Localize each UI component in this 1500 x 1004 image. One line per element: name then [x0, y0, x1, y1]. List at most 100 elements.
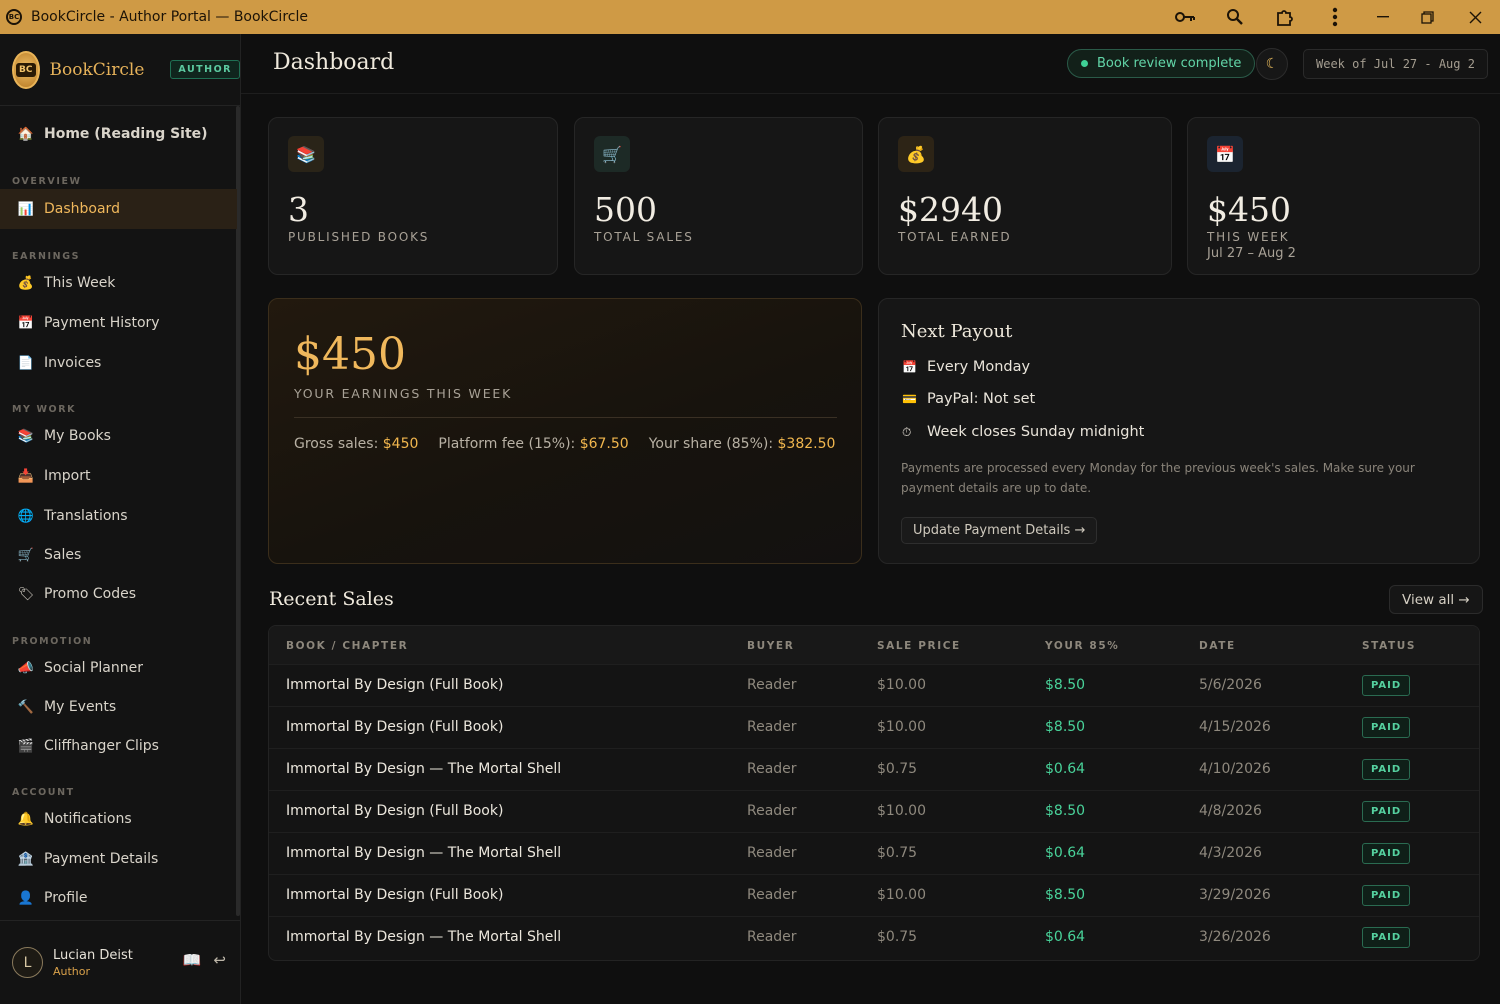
table-row[interactable]: Immortal By Design (Full Book) Reader $1… [269, 790, 1479, 832]
house-icon: 🏠 [17, 126, 35, 142]
sidebar-item-my-events[interactable]: 🔨 My Events [0, 687, 237, 727]
view-all-button[interactable]: View all → [1389, 585, 1483, 614]
recent-sales-title: Recent Sales [269, 588, 394, 610]
document-icon: 📄 [17, 355, 35, 371]
cell-price: $10.00 [877, 887, 926, 903]
week-range-selector[interactable]: Week of Jul 27 - Aug 2 [1303, 49, 1488, 79]
globe-icon: 🌐 [17, 508, 35, 524]
sidebar: BC BookCircle AUTHOR 🏠 Home (Reading Sit… [0, 34, 241, 1004]
sidebar-item-home[interactable]: 🏠 Home (Reading Site) [0, 114, 237, 154]
brand[interactable]: BC BookCircle AUTHOR [0, 34, 240, 106]
cell-share: $8.50 [1045, 803, 1086, 819]
cell-price: $0.75 [877, 845, 918, 861]
recent-sales-table: BOOK / CHAPTER BUYER SALE PRICE YOUR 85%… [268, 625, 1480, 961]
cell-book: Immortal By Design (Full Book) [286, 803, 504, 819]
author-badge: AUTHOR [170, 60, 240, 79]
sidebar-item-my-books[interactable]: 📚 My Books [0, 416, 237, 456]
cell-date: 4/10/2026 [1199, 761, 1271, 777]
column-header[interactable]: YOUR 85% [1045, 640, 1119, 652]
sidebar-item-payment-details[interactable]: 🏦 Payment Details [0, 839, 237, 879]
app-icon: BC [6, 9, 22, 25]
main-content: Dashboard Book review complete ☾ Week of… [241, 34, 1500, 1004]
column-header[interactable]: BOOK / CHAPTER [286, 640, 408, 652]
stat-card-this-week: 📅 $450 THIS WEEK Jul 27 – Aug 2 [1187, 117, 1480, 275]
status-badge[interactable]: Book review complete [1067, 49, 1256, 78]
nav-section-promotion: PROMOTION [12, 636, 93, 647]
status-badge: PAID [1362, 717, 1411, 738]
cell-buyer: Reader [747, 719, 797, 735]
platform-fee-value: $67.50 [579, 436, 629, 452]
extensions-icon[interactable] [1260, 0, 1310, 34]
payout-title: Next Payout [901, 321, 1013, 342]
minimize-icon[interactable] [1360, 0, 1405, 34]
page-title: Dashboard [273, 50, 395, 75]
cell-buyer: Reader [747, 845, 797, 861]
user-profile: L Lucian Deist Author 📖 ↩ [0, 920, 240, 1004]
avatar[interactable]: L [12, 947, 43, 978]
gross-sales-value: $450 [382, 436, 419, 452]
key-icon[interactable] [1160, 0, 1210, 34]
weekly-earnings-card: $450 YOUR EARNINGS THIS WEEK Gross sales… [268, 298, 862, 564]
cell-date: 4/15/2026 [1199, 719, 1271, 735]
brand-name: BookCircle [49, 59, 145, 80]
sidebar-item-notifications[interactable]: 🔔 Notifications [0, 799, 237, 839]
cell-date: 3/26/2026 [1199, 929, 1271, 945]
column-header[interactable]: DATE [1199, 640, 1236, 652]
calendar-icon: 📅 [17, 315, 35, 331]
megaphone-icon: 📣 [17, 660, 35, 676]
sidebar-item-payment-history[interactable]: 📅 Payment History [0, 303, 237, 343]
cell-price: $10.00 [877, 803, 926, 819]
sidebar-item-dashboard[interactable]: 📊 Dashboard [0, 189, 237, 229]
table-row[interactable]: Immortal By Design — The Mortal Shell Re… [269, 832, 1479, 874]
nav-section-my-work: MY WORK [12, 404, 77, 415]
open-book-icon[interactable]: 📖 [183, 951, 202, 969]
column-header[interactable]: SALE PRICE [877, 640, 961, 652]
sidebar-item-cliffhanger-clips[interactable]: 🎬 Cliffhanger Clips [0, 726, 237, 766]
cell-book: Immortal By Design (Full Book) [286, 887, 504, 903]
cell-share: $0.64 [1045, 761, 1086, 777]
table-row[interactable]: Immortal By Design (Full Book) Reader $1… [269, 664, 1479, 706]
table-row[interactable]: Immortal By Design — The Mortal Shell Re… [269, 748, 1479, 790]
nav-section-overview: OVERVIEW [12, 176, 82, 187]
user-icon: 👤 [17, 890, 35, 906]
logout-icon[interactable]: ↩ [213, 951, 226, 969]
stat-label: PUBLISHED BOOKS [288, 230, 430, 244]
table-row[interactable]: Immortal By Design (Full Book) Reader $1… [269, 706, 1479, 748]
earnings-value: $450 [294, 329, 406, 380]
sidebar-item-profile[interactable]: 👤 Profile [0, 878, 237, 918]
sidebar-item-this-week[interactable]: 💰 This Week [0, 263, 237, 303]
cell-buyer: Reader [747, 761, 797, 777]
status-badge: PAID [1362, 675, 1411, 696]
chart-icon: 📊 [17, 201, 35, 217]
column-header[interactable]: BUYER [747, 640, 794, 652]
divider [294, 417, 837, 418]
cell-share: $0.64 [1045, 929, 1086, 945]
sidebar-item-promo-codes[interactable]: 🏷 Promo Codes [0, 574, 237, 614]
close-icon[interactable] [1450, 0, 1500, 34]
sidebar-item-translations[interactable]: 🌐 Translations [0, 496, 237, 536]
sidebar-item-import[interactable]: 📥 Import [0, 456, 237, 496]
sidebar-item-social-planner[interactable]: 📣 Social Planner [0, 648, 237, 688]
sidebar-item-invoices[interactable]: 📄 Invoices [0, 343, 237, 383]
stat-label: THIS WEEK [1207, 230, 1290, 244]
restore-icon[interactable] [1405, 0, 1450, 34]
earnings-label: YOUR EARNINGS THIS WEEK [294, 386, 513, 401]
stat-label: TOTAL SALES [594, 230, 694, 244]
cell-buyer: Reader [747, 803, 797, 819]
table-row[interactable]: Immortal By Design (Full Book) Reader $1… [269, 874, 1479, 916]
update-payment-details-button[interactable]: Update Payment Details → [901, 517, 1098, 544]
payout-week-closes: ⏱ Week closes Sunday midnight [902, 424, 1145, 440]
theme-toggle-moon-icon[interactable]: ☾ [1256, 48, 1288, 80]
column-header[interactable]: STATUS [1362, 640, 1416, 652]
more-menu-icon[interactable] [1310, 0, 1360, 34]
zoom-icon[interactable] [1210, 0, 1260, 34]
table-row[interactable]: Immortal By Design — The Mortal Shell Re… [269, 916, 1479, 958]
sidebar-item-sales[interactable]: 🛒 Sales [0, 535, 237, 575]
cell-book: Immortal By Design (Full Book) [286, 719, 504, 735]
tag-icon: 🏷 [17, 586, 35, 602]
stat-card-published-books: 📚 3 PUBLISHED BOOKS [268, 117, 558, 275]
cell-book: Immortal By Design — The Mortal Shell [286, 845, 562, 861]
cell-date: 5/6/2026 [1199, 677, 1262, 693]
cell-share: $8.50 [1045, 677, 1086, 693]
cell-date: 4/8/2026 [1199, 803, 1262, 819]
